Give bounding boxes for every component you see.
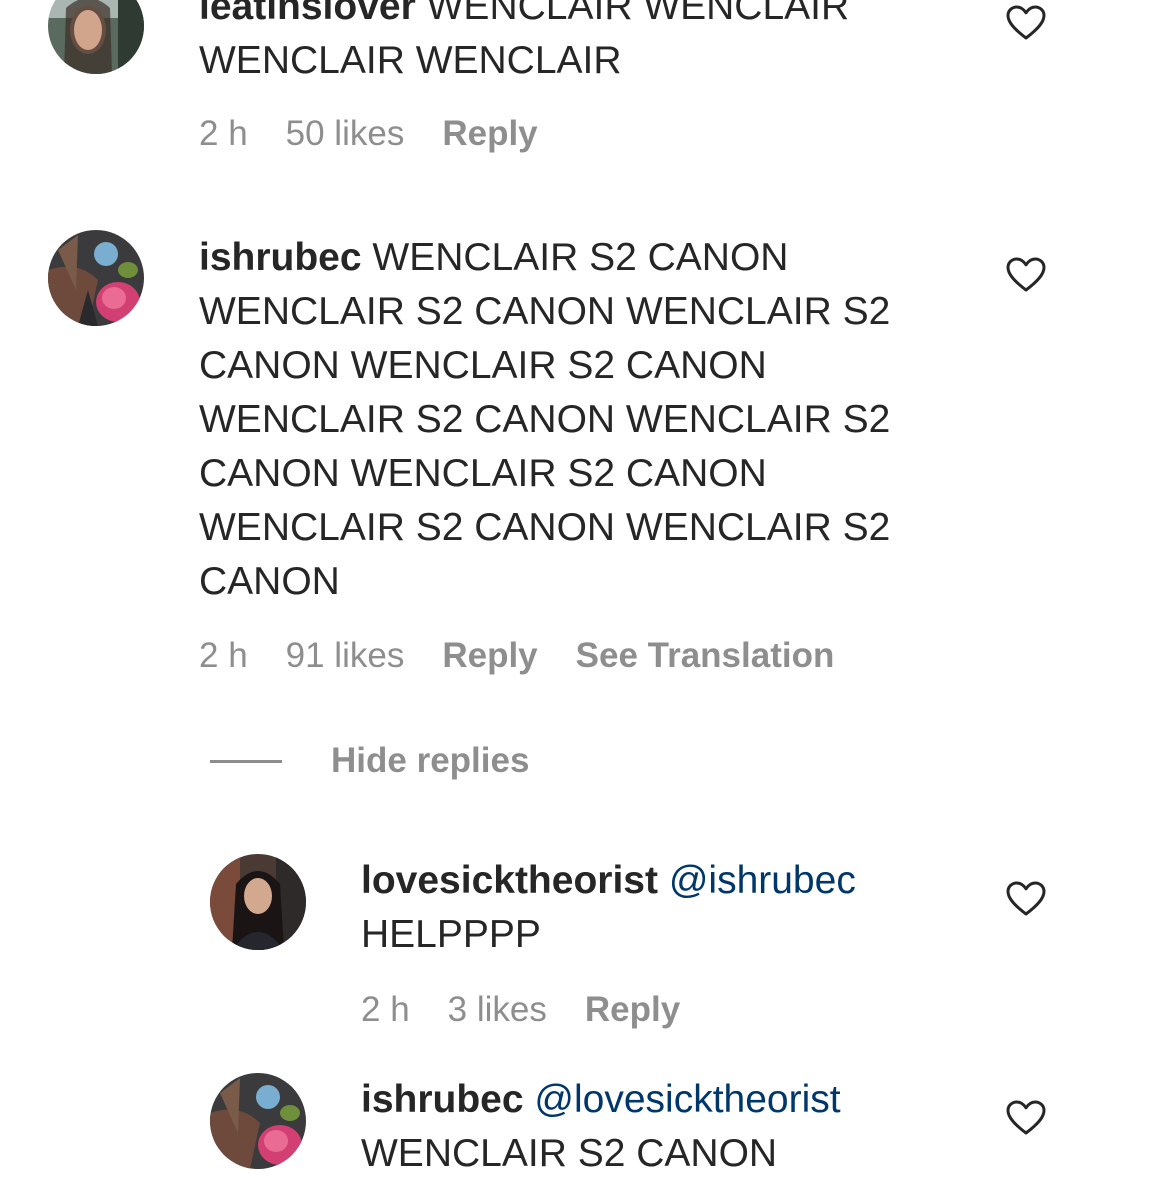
avatar[interactable] [210,1073,306,1169]
comment-time: 2 h [199,114,248,153]
reply-text: ishrubec @lovesicktheorist WENCLAIR S2 C… [361,1073,961,1181]
reply-button[interactable]: Reply [442,636,537,676]
hide-replies-divider [210,760,282,763]
like-heart-icon[interactable] [1006,1100,1046,1136]
comment-text: leatinslover WENCLAIR WENCLAIR WENCLAIR … [199,0,959,88]
comment-likes[interactable]: 50 likes [286,114,405,154]
reply-username[interactable]: ishrubec [361,1078,524,1121]
comment-username[interactable]: ishrubec [199,236,362,279]
like-heart-icon[interactable] [1006,257,1046,293]
reply-body: WENCLAIR S2 CANON [361,1132,778,1175]
comment-meta: 2 h 91 likes Reply See Translation [199,636,834,676]
reply-likes[interactable]: 3 likes [448,990,547,1030]
avatar[interactable] [210,854,306,950]
reply-meta: 2 h 3 likes Reply [361,990,680,1030]
reply-button[interactable]: Reply [442,114,537,154]
reply-mention[interactable]: @lovesicktheorist [534,1078,840,1121]
hide-replies-button[interactable]: Hide replies [331,741,529,781]
reply-body: HELPPPP [361,913,541,956]
reply-username[interactable]: lovesicktheorist [361,859,658,902]
reply-time: 2 h [361,990,410,1029]
like-heart-icon[interactable] [1006,5,1046,41]
comment-time: 2 h [199,636,248,675]
avatar[interactable] [48,0,144,74]
comment-username[interactable]: leatinslover [199,0,416,28]
reply-mention[interactable]: @ishrubec [669,859,856,902]
comment-likes[interactable]: 91 likes [286,636,405,676]
comment-meta: 2 h 50 likes Reply [199,114,538,154]
reply-text: lovesicktheorist @ishrubec HELPPPP [361,854,961,962]
like-heart-icon[interactable] [1006,881,1046,917]
see-translation-button[interactable]: See Translation [576,636,835,676]
reply-button[interactable]: Reply [585,990,680,1030]
comment-text: ishrubec WENCLAIR S2 CANON WENCLAIR S2 C… [199,231,939,609]
comment-body: WENCLAIR S2 CANON WENCLAIR S2 CANON WENC… [199,236,891,603]
avatar[interactable] [48,230,144,326]
